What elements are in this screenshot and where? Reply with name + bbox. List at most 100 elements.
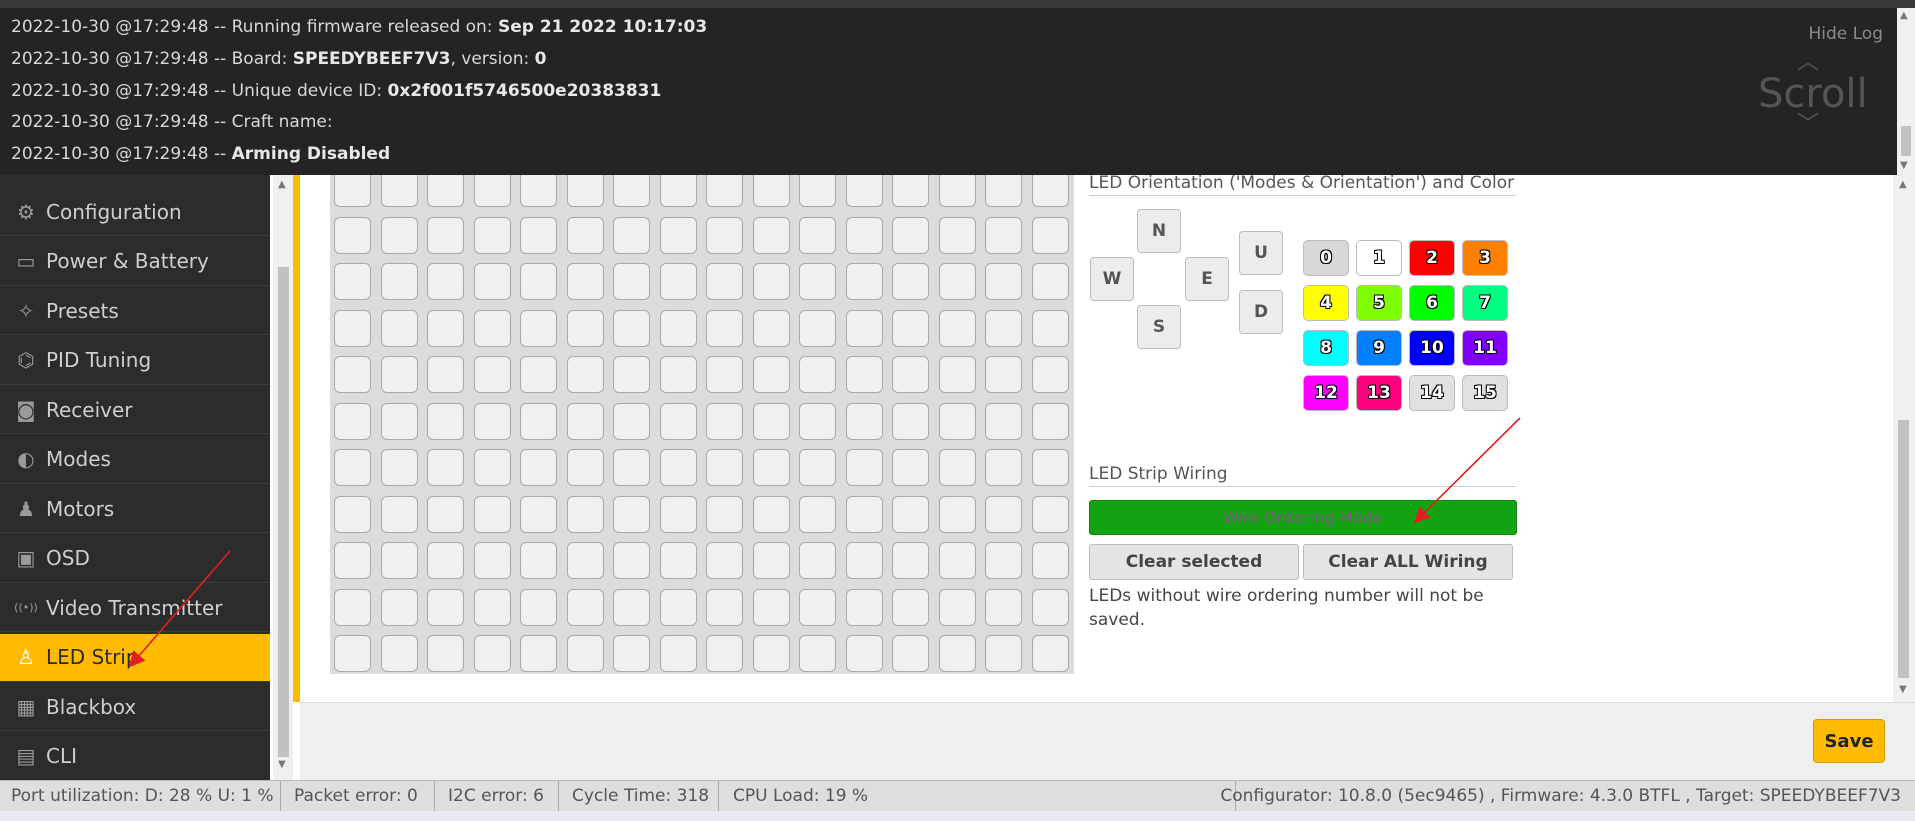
led-cell[interactable] [566,588,604,626]
led-cell[interactable] [613,263,650,300]
led-cell[interactable] [520,449,557,486]
led-cell[interactable] [380,309,418,347]
led-cell[interactable] [752,216,790,254]
sidebar-scrollbar-thumb[interactable] [278,267,289,757]
scroll-down-arrow-icon[interactable]: ▼ [1899,684,1907,695]
led-cell[interactable] [1031,495,1069,533]
led-cell[interactable] [659,216,697,254]
led-cell[interactable] [892,402,929,440]
led-cell[interactable] [380,588,418,626]
led-cell[interactable] [613,542,650,579]
led-cell[interactable] [334,309,371,347]
sidebar-item-power-battery[interactable]: ▭ Power & Battery [0,238,270,286]
led-cell[interactable] [380,495,418,533]
led-cell[interactable] [706,542,743,579]
led-cell[interactable] [473,635,511,672]
led-cell[interactable] [659,356,697,393]
scroll-down-arrow-icon[interactable]: ▼ [278,759,286,770]
led-cell[interactable] [938,309,976,347]
led-cell[interactable] [706,449,743,486]
led-cell[interactable] [380,216,418,254]
led-cell[interactable] [566,175,604,207]
scroll-up-arrow-icon[interactable]: ▲ [1900,10,1908,21]
led-cell[interactable] [845,402,883,440]
led-cell[interactable] [985,175,1022,207]
led-cell[interactable] [752,263,790,300]
led-cell[interactable] [473,402,511,440]
led-cell[interactable] [985,495,1022,533]
led-cell[interactable] [427,402,464,440]
led-cell[interactable] [892,449,929,486]
led-cell[interactable] [427,542,464,579]
led-cell[interactable] [659,263,697,300]
led-cell[interactable] [985,588,1022,626]
led-cell[interactable] [752,402,790,440]
led-cell[interactable] [566,635,604,672]
sidebar-item-configuration[interactable]: ⚙ Configuration [0,188,270,236]
color-11-button[interactable]: 11 [1462,330,1508,366]
color-10-button[interactable]: 10 [1409,330,1455,366]
led-cell[interactable] [566,263,604,300]
led-cell[interactable] [334,495,371,533]
led-cell[interactable] [938,175,976,207]
led-cell[interactable] [427,309,464,347]
direction-u-button[interactable]: U [1239,231,1283,275]
sidebar-item-receiver[interactable]: ◙ Receiver [0,386,270,434]
led-cell[interactable] [427,263,464,300]
led-cell[interactable] [1031,175,1069,207]
led-cell[interactable] [845,309,883,347]
led-cell[interactable] [706,356,743,393]
led-cell[interactable] [799,175,836,207]
color-14-button[interactable]: 14 [1409,375,1455,411]
sidebar-item-osd[interactable]: ▣ OSD [0,535,270,583]
led-cell[interactable] [799,216,836,254]
scroll-down-arrow-icon[interactable]: ▼ [1900,160,1908,171]
sidebar-item-blackbox[interactable]: ▦ Blackbox [0,683,270,731]
direction-e-button[interactable]: E [1185,257,1229,301]
led-cell[interactable] [845,542,883,579]
led-cell[interactable] [706,216,743,254]
led-cell[interactable] [752,588,790,626]
led-cell[interactable] [427,635,464,672]
led-cell[interactable] [892,175,929,207]
led-cell[interactable] [706,635,743,672]
led-cell[interactable] [1031,309,1069,347]
led-cell[interactable] [613,356,650,393]
led-cell[interactable] [380,449,418,486]
led-cell[interactable] [799,263,836,300]
led-cell[interactable] [706,402,743,440]
led-cell[interactable] [473,449,511,486]
led-cell[interactable] [1031,635,1069,672]
clear-selected-button[interactable]: Clear selected [1089,544,1299,580]
sidebar-scrollbar[interactable]: ▲ ▼ [273,175,293,780]
save-button[interactable]: Save [1813,719,1885,763]
led-cell[interactable] [938,216,976,254]
sidebar-item-modes[interactable]: ◐ Modes [0,436,270,484]
color-4-button[interactable]: 4 [1303,285,1349,321]
led-cell[interactable] [473,495,511,533]
led-cell[interactable] [566,356,604,393]
led-cell[interactable] [1031,216,1069,254]
led-cell[interactable] [380,402,418,440]
direction-w-button[interactable]: W [1090,257,1134,301]
color-12-button[interactable]: 12 [1303,375,1349,411]
led-cell[interactable] [520,495,557,533]
led-cell[interactable] [380,356,418,393]
led-cell[interactable] [334,402,371,440]
led-cell[interactable] [752,542,790,579]
main-scrollbar-thumb[interactable] [1898,420,1909,678]
led-cell[interactable] [473,216,511,254]
led-cell[interactable] [520,542,557,579]
color-2-button[interactable]: 2 [1409,240,1455,276]
led-cell[interactable] [845,449,883,486]
led-cell[interactable] [334,449,371,486]
led-cell[interactable] [845,175,883,207]
led-cell[interactable] [613,635,650,672]
led-cell[interactable] [799,588,836,626]
led-cell[interactable] [985,356,1022,393]
led-cell[interactable] [380,263,418,300]
led-cell[interactable] [613,402,650,440]
led-cell[interactable] [380,542,418,579]
led-cell[interactable] [427,175,464,207]
led-cell[interactable] [799,402,836,440]
